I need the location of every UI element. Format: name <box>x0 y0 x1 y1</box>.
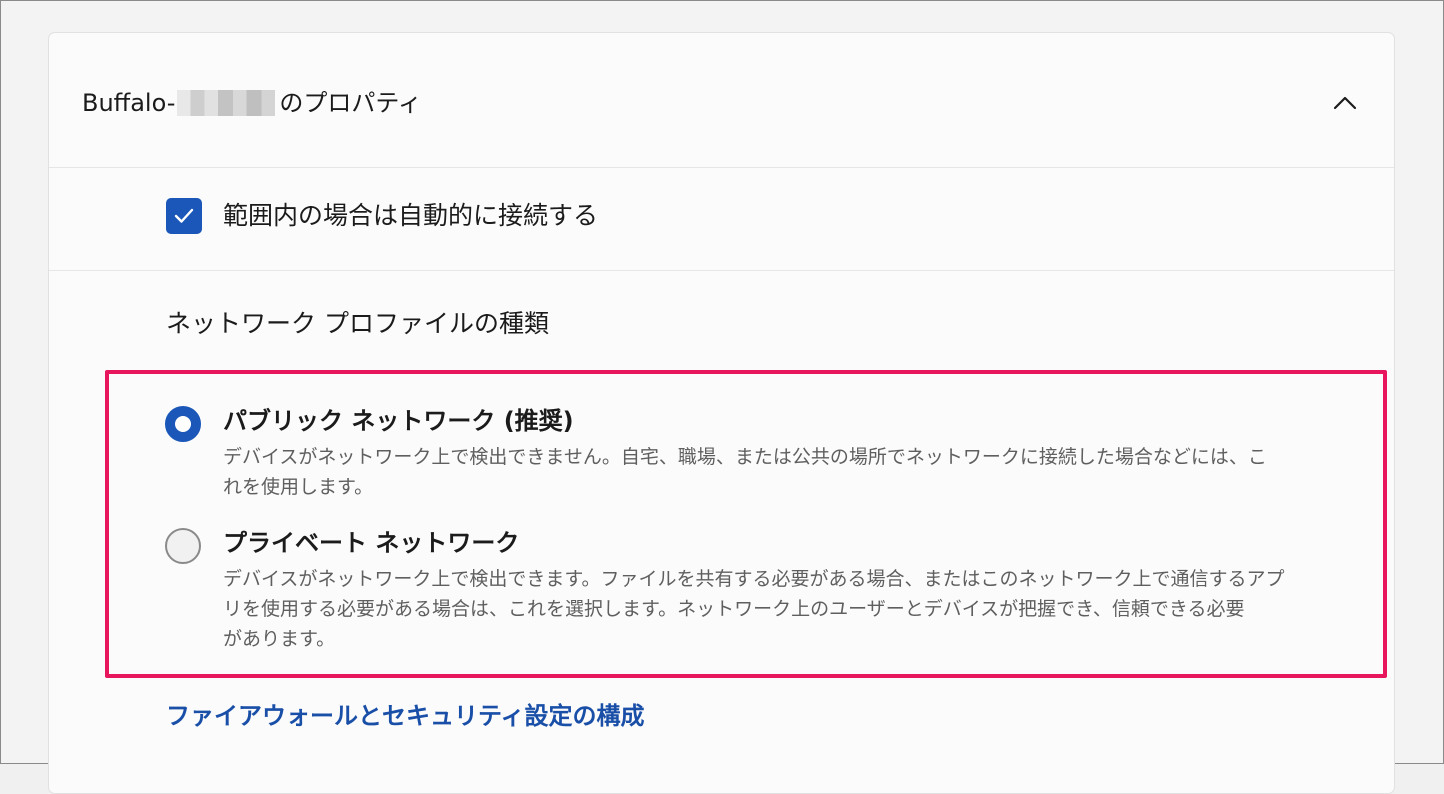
window-frame: Buffalo- のプロパティ 範囲内の場合は自動的に接続する ネットワーク プ… <box>0 0 1444 794</box>
description-line: デバイスがネットワーク上で検出できます。ファイルを共有する必要がある場合、または… <box>223 568 1285 590</box>
firewall-settings-link[interactable]: ファイアウォールとセキュリティ設定の構成 <box>166 699 645 733</box>
auto-connect-checkbox[interactable] <box>166 198 202 234</box>
auto-connect-row: 範囲内の場合は自動的に接続する <box>49 168 1394 271</box>
redacted-network-name <box>177 90 276 116</box>
public-network-description: デバイスがネットワーク上で検出できません。自宅、職場、または公共の場所でネットワ… <box>223 442 1313 502</box>
chevron-up-icon[interactable] <box>1332 90 1358 116</box>
description-line: リを使用する必要がある場合は、これを選択します。ネットワーク上のユーザーとデバイ… <box>223 598 1245 620</box>
public-network-radio[interactable] <box>165 406 201 442</box>
auto-connect-label: 範囲内の場合は自動的に接続する <box>223 201 599 230</box>
network-properties-card: Buffalo- のプロパティ 範囲内の場合は自動的に接続する ネットワーク プ… <box>48 32 1395 794</box>
profile-type-heading: ネットワーク プロファイルの種類 <box>166 309 549 338</box>
private-network-radio[interactable] <box>165 528 201 564</box>
description-line: デバイスがネットワーク上で検出できません。自宅、職場、または公共の場所でネットワ… <box>223 446 1267 468</box>
description-line: れを使用します。 <box>223 476 374 498</box>
private-network-title: プライベート ネットワーク <box>223 529 520 557</box>
private-network-description: デバイスがネットワーク上で検出できます。ファイルを共有する必要がある場合、または… <box>223 564 1313 654</box>
properties-header[interactable]: Buffalo- のプロパティ <box>49 33 1394 168</box>
checkmark-icon <box>174 208 194 223</box>
title-prefix: Buffalo- <box>82 89 176 117</box>
description-line: があります。 <box>223 628 336 650</box>
public-network-title: パブリック ネットワーク (推奨) <box>223 407 574 435</box>
title-suffix: のプロパティ <box>279 89 422 117</box>
properties-title: Buffalo- のプロパティ <box>82 86 422 120</box>
